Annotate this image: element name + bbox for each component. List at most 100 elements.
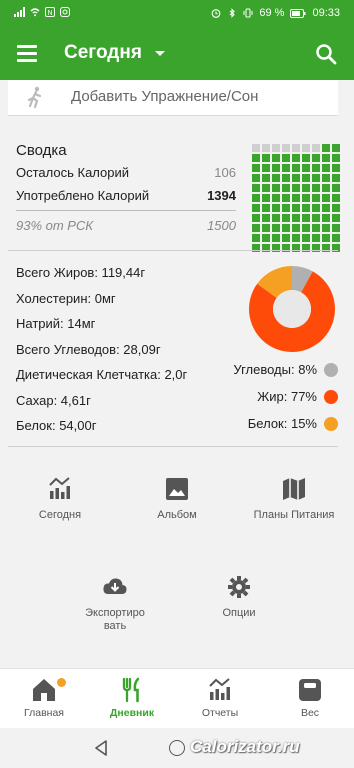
- bluetooth-icon: [230, 8, 236, 18]
- running-icon: [27, 86, 42, 108]
- grid-square: [262, 204, 270, 212]
- summary-divider: [16, 210, 236, 211]
- shortcut-export[interactable]: Экспортиро вать: [60, 574, 170, 633]
- shortcut-today[interactable]: Сегодня: [5, 476, 115, 522]
- summary-panel: Сводка Осталось Калорий 106 Употреблено …: [8, 128, 340, 448]
- shortcut-options[interactable]: Опции: [184, 574, 294, 620]
- grid-square: [262, 224, 270, 232]
- scale-icon: [299, 679, 321, 701]
- nav-home-label: Главная: [24, 707, 64, 719]
- nav-weight-label: Вес: [300, 707, 320, 719]
- nutrient-line: Белок: 54,00г: [16, 418, 97, 433]
- grid-square: [252, 174, 260, 182]
- add-exercise-label: Добавить Упражнение/Сон: [71, 88, 259, 105]
- shortcut-album[interactable]: Альбом: [122, 476, 232, 522]
- date-selector[interactable]: Сегодня: [64, 42, 165, 64]
- grid-square: [302, 214, 310, 222]
- grid-square: [322, 194, 330, 202]
- shortcut-meal-plans[interactable]: Планы Питания: [239, 476, 349, 522]
- home-icon: [33, 679, 55, 701]
- grid-square: [292, 164, 300, 172]
- shortcut-album-label: Альбом: [157, 509, 197, 521]
- map-icon: [283, 478, 305, 500]
- grid-square: [292, 154, 300, 162]
- grid-square: [312, 144, 320, 152]
- grid-square: [262, 164, 270, 172]
- grid-square: [272, 174, 280, 182]
- grid-square: [322, 224, 330, 232]
- legend-item: Жир: 77%: [257, 389, 338, 404]
- search-icon[interactable]: [315, 43, 337, 65]
- grid-square: [332, 154, 340, 162]
- grid-square: [282, 174, 290, 182]
- alarm-icon: [212, 9, 221, 18]
- grid-square: [292, 194, 300, 202]
- back-icon[interactable]: [94, 740, 108, 756]
- grid-square: [312, 154, 320, 162]
- nav-home[interactable]: Главная: [0, 677, 88, 719]
- nav-diary[interactable]: Дневник: [88, 677, 176, 719]
- grid-square: [312, 234, 320, 242]
- calorie-progress-grid: [252, 144, 340, 252]
- rdi-label: 93% от РСК: [16, 218, 94, 233]
- add-exercise-button[interactable]: Добавить Упражнение/Сон: [8, 80, 338, 116]
- svg-text:N: N: [47, 10, 52, 17]
- grid-square: [322, 174, 330, 182]
- nutrient-line: Холестерин: 0мг: [16, 290, 116, 306]
- battery-icon: [290, 8, 306, 18]
- grid-square: [302, 184, 310, 192]
- grid-square: [262, 144, 270, 152]
- grid-square: [292, 184, 300, 192]
- nav-reports[interactable]: Отчеты: [176, 677, 264, 719]
- grid-square: [272, 214, 280, 222]
- consumed-calories-row: Употреблено Калорий 1394: [16, 188, 236, 203]
- grid-square: [272, 234, 280, 242]
- shortcut-export-label: Экспортиро вать: [85, 607, 145, 632]
- clock: 09:33: [312, 7, 340, 19]
- grid-square: [322, 144, 330, 152]
- donut-hole: [273, 290, 311, 328]
- grid-square: [322, 214, 330, 222]
- shortcut-options-label: Опции: [222, 607, 256, 619]
- macro-donut-chart: [249, 266, 335, 352]
- grid-square: [272, 144, 280, 152]
- consumed-calories-label: Употреблено Калорий: [16, 188, 150, 203]
- signal-icon: [14, 7, 25, 17]
- grid-square: [282, 154, 290, 162]
- nutrient-line: Всего Углеводов: 28,09г: [16, 341, 161, 357]
- consumed-calories-value: 1394: [207, 188, 236, 203]
- app-bar: Сегодня: [0, 28, 354, 80]
- menu-icon[interactable]: [17, 45, 37, 63]
- grid-square: [302, 144, 310, 152]
- grid-square: [332, 224, 340, 232]
- summary-title: Сводка: [16, 142, 67, 159]
- nav-weight[interactable]: Вес: [266, 677, 354, 719]
- status-bar: N 69 % 09:33: [0, 0, 354, 28]
- grid-square: [272, 184, 280, 192]
- home-button-icon[interactable]: [169, 740, 185, 756]
- grid-square: [332, 214, 340, 222]
- rdi-value: 1500: [207, 218, 236, 233]
- grid-square: [282, 234, 290, 242]
- legend-dot: [324, 362, 338, 377]
- image-icon: [166, 478, 188, 500]
- grid-square: [282, 204, 290, 212]
- grid-square: [282, 214, 290, 222]
- shortcut-today-label: Сегодня: [38, 509, 82, 521]
- grid-square: [292, 174, 300, 182]
- grid-square: [332, 194, 340, 202]
- grid-square: [262, 184, 270, 192]
- page-title: Сегодня: [64, 42, 142, 63]
- grid-square: [302, 194, 310, 202]
- nav-reports-label: Отчеты: [201, 707, 239, 719]
- grid-square: [282, 194, 290, 202]
- grid-square: [252, 234, 260, 242]
- grid-square: [302, 154, 310, 162]
- grid-square: [322, 204, 330, 212]
- bottom-navigation: Главная Дневник Отчеты Вес: [0, 668, 354, 728]
- grid-square: [312, 164, 320, 172]
- watermark: Calorizator.ru: [190, 737, 300, 756]
- grid-square: [302, 224, 310, 232]
- grid-square: [272, 224, 280, 232]
- grid-square: [262, 154, 270, 162]
